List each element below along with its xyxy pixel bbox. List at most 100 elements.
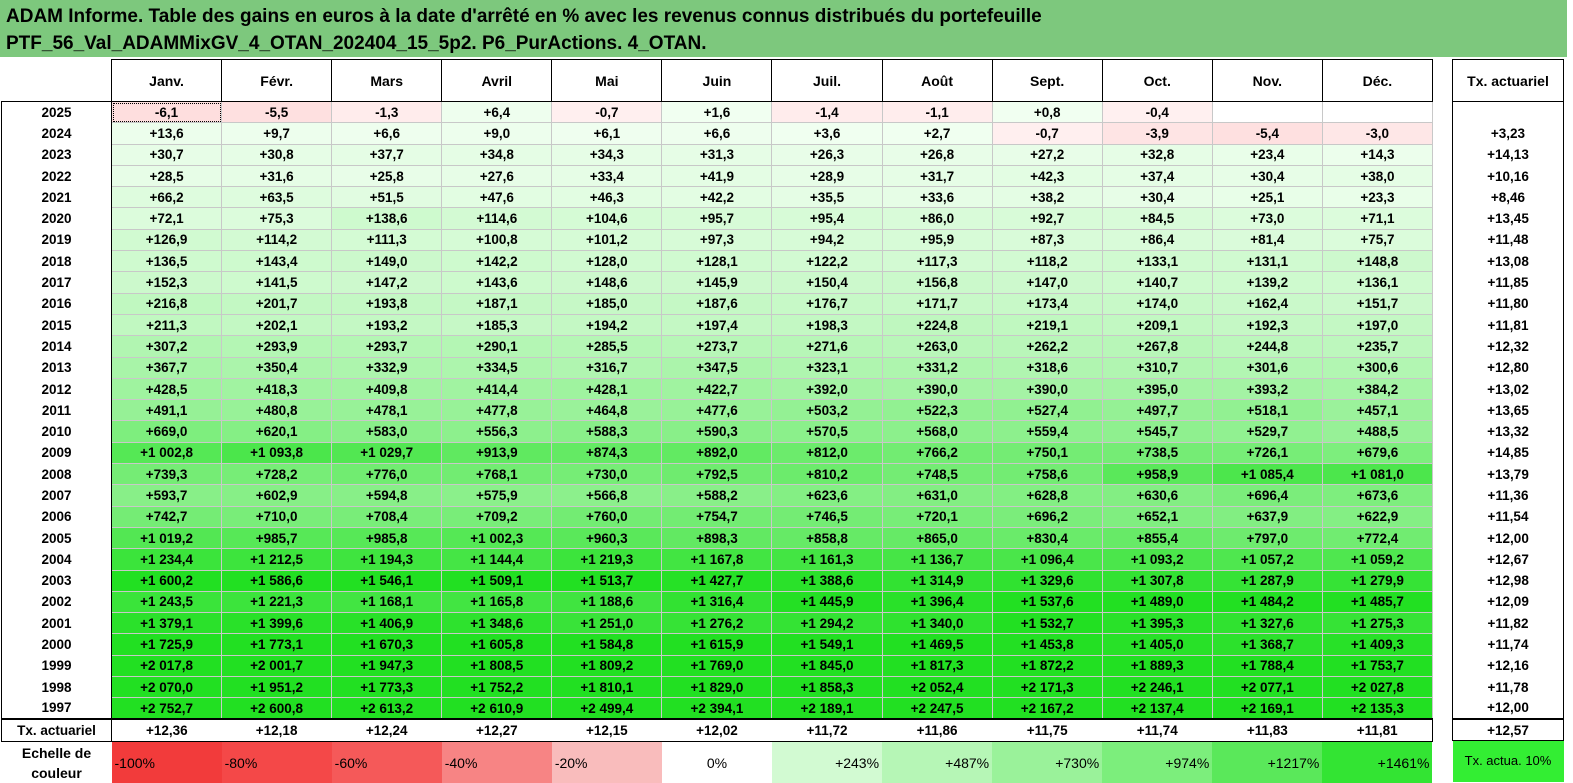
gain-cell: -1,1	[881, 100, 993, 124]
gain-cell: +95,7	[661, 207, 773, 230]
gain-cell: +193,2	[331, 313, 443, 337]
gain-cell: +1 549,1	[771, 633, 883, 656]
table-row: 2009 +1 002,8 +1 093,8 +1 029,7 +913,9 +874,3…	[1, 441, 1433, 465]
gain-cell: +728,2	[221, 463, 333, 486]
gain-cell: +148,6	[551, 271, 663, 294]
gain-cell: +33,4	[551, 164, 663, 188]
gain-cell: +26,8	[881, 143, 993, 166]
color-scale-swatch: -40%	[441, 741, 552, 783]
gain-cell: +1 243,5	[110, 590, 223, 614]
gain-cell: +31,6	[221, 164, 333, 188]
gain-cell: +527,4	[991, 399, 1103, 422]
gain-cell: +224,8	[881, 313, 993, 337]
color-scale-swatch: +1461%	[1322, 741, 1433, 783]
gain-cell: +262,2	[991, 335, 1103, 358]
gain-cell: +28,5	[110, 164, 223, 188]
gain-cell: +696,4	[1211, 484, 1323, 507]
gain-cell: +602,9	[221, 484, 333, 507]
gain-cell: +2 135,3	[1321, 697, 1433, 720]
gain-cell: +1 307,8	[1101, 569, 1213, 592]
gain-cell: +81,4	[1211, 228, 1323, 252]
table-row: 2010 +669,0 +620,1 +583,0 +556,3 +588,3 +590,3…	[1, 420, 1433, 443]
gain-cell: +913,9	[441, 441, 553, 465]
gain-cell: +1 093,2	[1101, 548, 1213, 571]
gain-cell: +38,0	[1321, 164, 1433, 188]
gain-cell: +1 395,3	[1101, 612, 1213, 635]
table-row: 1999 +2 017,8 +2 001,7 +1 947,3 +1 808,5 +1 8…	[1, 654, 1433, 678]
gain-cell: +1 136,7	[881, 548, 993, 571]
gain-cell: +830,4	[991, 526, 1103, 550]
gain-cell: +1 194,3	[331, 548, 443, 571]
gain-cell	[1211, 100, 1323, 124]
gain-cell: +1 275,3	[1321, 612, 1433, 635]
gain-cell: +1,6	[661, 100, 773, 124]
annual-rate-cell: +11,78	[1452, 676, 1564, 698]
gain-cell: +1 453,8	[991, 633, 1103, 656]
gain-cell: +480,8	[221, 399, 333, 422]
gain-cell: +637,9	[1211, 505, 1323, 528]
color-scale-swatch: +1217%	[1212, 741, 1323, 783]
color-scale-swatch: -80%	[221, 741, 332, 783]
gain-cell: +141,5	[221, 271, 333, 294]
year-label: 2017	[1, 271, 112, 294]
gain-cell: +1 469,5	[881, 633, 993, 656]
gain-cell: +428,5	[110, 377, 223, 401]
rate-scale-swatch: Tx. actua. 10%	[1452, 740, 1564, 782]
gain-cell: +491,1	[110, 399, 223, 422]
gain-cell: +84,5	[1101, 207, 1213, 230]
gain-cell: +1 546,1	[331, 569, 443, 592]
gain-cell: +6,6	[331, 122, 443, 145]
year-label: 2021	[1, 186, 112, 208]
gain-cell: +86,4	[1101, 228, 1213, 252]
gain-cell: +202,1	[221, 313, 333, 337]
gain-cell: +1 085,4	[1211, 463, 1323, 486]
gain-cell: +497,7	[1101, 399, 1213, 422]
gain-cell: +631,0	[881, 484, 993, 507]
month-header-cell: Févr.	[221, 59, 333, 102]
gain-cell: +72,1	[110, 207, 223, 230]
gain-cell: +1 165,8	[441, 590, 553, 614]
gain-cell: +187,6	[661, 292, 773, 315]
gain-cell: +874,3	[551, 441, 663, 465]
year-label: 2001	[1, 612, 112, 634]
gain-cell: +139,2	[1211, 271, 1323, 294]
gain-cell: +858,8	[771, 526, 883, 550]
gain-cell: +1 388,6	[771, 569, 883, 592]
table-row: 2001 +1 379,1 +1 399,6 +1 406,9 +1 348,6 +1 2…	[1, 612, 1433, 635]
gain-cell: +739,3	[110, 463, 223, 486]
month-header-cell: Sept.	[991, 59, 1103, 102]
gain-cell: +30,7	[110, 143, 223, 166]
month-header-row: Janv. Févr. Mars Avril Mai Juin Juil. Août Sept.…	[1, 59, 1433, 102]
year-label: 2002	[1, 591, 112, 613]
year-label: 2020	[1, 207, 112, 230]
monthly-rate-row: Tx. actuariel +12,36 +12,18 +12,24 +12,27 +12…	[1, 718, 1433, 743]
gain-cell: +1 168,1	[331, 590, 443, 614]
year-label: 2012	[1, 378, 112, 400]
gain-cell: +6,1	[551, 122, 663, 145]
gain-cell: +174,0	[1101, 292, 1213, 315]
gain-cell: +652,1	[1101, 505, 1213, 528]
gain-cell: +754,7	[661, 505, 773, 528]
gain-cell: +323,1	[771, 356, 883, 379]
gain-cell: +390,0	[881, 377, 993, 401]
gain-cell: +1 537,6	[991, 590, 1103, 614]
gain-cell: +73,0	[1211, 207, 1323, 230]
year-label: 2015	[1, 314, 112, 336]
gain-cell: +409,8	[331, 377, 443, 401]
year-label: 2016	[1, 293, 112, 315]
gain-cell: +143,4	[221, 250, 333, 273]
gain-cell: +1 773,1	[221, 633, 333, 656]
gain-cell: +28,9	[771, 164, 883, 188]
monthly-rate-cell: +12,18	[221, 718, 332, 743]
gain-cell: +1 059,2	[1321, 548, 1433, 571]
gain-cell: +1 251,0	[551, 612, 663, 635]
table-row: 2021 +66,2 +63,5 +51,5 +47,6 +46,3 +42,2 +35,5 +…	[1, 186, 1433, 209]
annual-rate-cell: +12,00	[1452, 527, 1564, 549]
table-row: 2022 +28,5 +31,6 +25,8 +27,6 +33,4 +41,9 +28,9 +…	[1, 164, 1433, 188]
gain-cell: +37,4	[1101, 164, 1213, 188]
annual-rate-cell: +8,46	[1452, 186, 1564, 208]
gain-cell: +211,3	[110, 313, 223, 337]
year-label: 2018	[1, 250, 112, 272]
month-header-cell: Juil.	[771, 59, 883, 102]
gain-cell: -1,4	[771, 100, 883, 124]
